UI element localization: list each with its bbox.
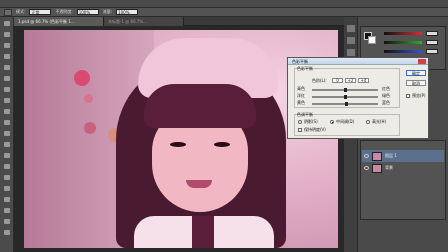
path-select-tool-icon[interactable]	[3, 196, 11, 203]
brush-tool-icon[interactable]	[4, 8, 12, 16]
wall-dot-decoration	[84, 122, 96, 134]
hand-tool-icon[interactable]	[3, 218, 11, 225]
tab-document-1[interactable]: 1.psd @ 66.7% (色彩平衡 1...	[14, 17, 104, 26]
actions-panel-icon[interactable]	[347, 37, 355, 44]
level-field-yellow-blue[interactable]: +4	[358, 78, 369, 83]
options-label-2: 不透明度:	[55, 9, 73, 14]
visibility-eye-icon[interactable]	[364, 154, 369, 158]
brush-tool-icon[interactable]	[3, 97, 11, 104]
pen-tool-icon[interactable]	[3, 174, 11, 181]
lasso-tool-icon[interactable]	[3, 42, 11, 49]
layer-row-background[interactable]: 背景	[362, 162, 444, 174]
levels-label: 色阶(L):	[312, 78, 327, 83]
blue-slider[interactable]	[384, 50, 422, 53]
opacity-field[interactable]: 100%	[76, 9, 99, 15]
eyedropper-tool-icon[interactable]	[3, 75, 11, 82]
layer-row-1[interactable]: 图层 1	[362, 150, 444, 162]
preview-label: 预览(P)	[412, 93, 426, 98]
tab-document-2[interactable]: 未标题-1 @ 66.7%...	[104, 17, 184, 26]
gradient-tool-icon[interactable]	[3, 141, 11, 148]
zoom-tool-icon[interactable]	[3, 229, 11, 236]
move-tool-icon[interactable]	[3, 20, 11, 27]
document-tab-bar: 1.psd @ 66.7% (色彩平衡 1... 未标题-1 @ 66.7%..…	[14, 17, 344, 26]
radio-highlights-label: 高光(H)	[372, 119, 387, 124]
background-color-swatch[interactable]	[368, 36, 376, 44]
type-tool-icon[interactable]	[3, 185, 11, 192]
options-bar: 模式: 正常 不透明度: 100% 流量: 100%	[0, 8, 448, 17]
layer-thumbnail	[372, 151, 382, 161]
eraser-tool-icon[interactable]	[3, 130, 11, 137]
group-title-color-balance: 色彩平衡	[297, 66, 313, 71]
slider-left-label: 青色	[297, 86, 305, 91]
left-eye-shape	[170, 142, 186, 147]
slider-right-label: 绿色	[382, 93, 390, 98]
healing-tool-icon[interactable]	[3, 86, 11, 93]
magic-wand-tool-icon[interactable]	[3, 53, 11, 60]
dodge-tool-icon[interactable]	[3, 163, 11, 170]
mouth-shape	[186, 180, 212, 188]
preserve-luminosity-label: 保持明度(V)	[304, 127, 326, 132]
crop-tool-icon[interactable]	[3, 64, 11, 71]
blue-value-field[interactable]	[426, 49, 438, 54]
options-label-1: 模式:	[16, 9, 26, 14]
fringe-shape	[144, 84, 256, 128]
green-slider[interactable]	[384, 41, 422, 44]
slider-left-label: 洋红	[297, 93, 305, 98]
flow-field[interactable]: 100%	[116, 9, 139, 15]
wall-dot-decoration	[74, 70, 90, 86]
layer-name: 图层 1	[385, 153, 397, 158]
tools-panel	[0, 17, 14, 252]
radio-shadows-label: 阴影(S)	[304, 119, 318, 124]
history-panel-icon[interactable]	[347, 25, 355, 32]
wall-dot-decoration	[84, 94, 93, 103]
radio-highlights[interactable]	[366, 120, 370, 124]
marquee-tool-icon[interactable]	[3, 31, 11, 38]
layer-thumbnail	[372, 163, 382, 173]
close-icon[interactable]	[418, 59, 426, 64]
mode-select[interactable]: 正常	[29, 9, 52, 15]
slider-thumb[interactable]	[343, 88, 347, 92]
visibility-eye-icon[interactable]	[364, 166, 369, 170]
red-value-field[interactable]	[426, 31, 438, 36]
level-field-magenta-green[interactable]: +2	[345, 78, 356, 83]
preserve-luminosity-checkbox[interactable]	[298, 128, 302, 132]
layer-name: 背景	[385, 165, 393, 170]
options-label-3: 流量:	[102, 9, 113, 14]
slider-right-label: 红色	[382, 86, 390, 91]
radio-shadows[interactable]	[298, 120, 302, 124]
radio-midtones[interactable]	[330, 120, 334, 124]
slider-left-label: 黄色	[297, 100, 305, 105]
dialog-title: 色彩平衡	[288, 58, 428, 65]
cancel-button[interactable]: 取消	[406, 80, 426, 86]
slider-thumb[interactable]	[344, 95, 348, 99]
brush-panel-icon[interactable]	[347, 49, 355, 56]
green-value-field[interactable]	[426, 40, 438, 45]
ok-button[interactable]: 确定	[406, 70, 426, 76]
level-field-cyan-red[interactable]: 0	[332, 78, 343, 83]
stamp-tool-icon[interactable]	[3, 108, 11, 115]
color-balance-dialog: 色彩平衡 色彩平衡 色阶(L): 0 +2 +4 青色 红色 洋红 绿色 黄色 …	[287, 57, 429, 139]
slider-right-label: 蓝色	[382, 100, 390, 105]
right-eye-shape	[214, 142, 230, 147]
slider-thumb[interactable]	[345, 102, 349, 106]
preview-checkbox[interactable]	[406, 94, 410, 98]
group-title-tone-balance: 色调平衡	[297, 112, 313, 117]
collar-v-shape	[192, 216, 214, 248]
shape-tool-icon[interactable]	[3, 207, 11, 214]
menu-bar	[0, 0, 448, 8]
radio-midtones-label: 中间调(D)	[336, 119, 355, 124]
blur-tool-icon[interactable]	[3, 152, 11, 159]
red-slider[interactable]	[384, 32, 422, 35]
history-brush-tool-icon[interactable]	[3, 119, 11, 126]
